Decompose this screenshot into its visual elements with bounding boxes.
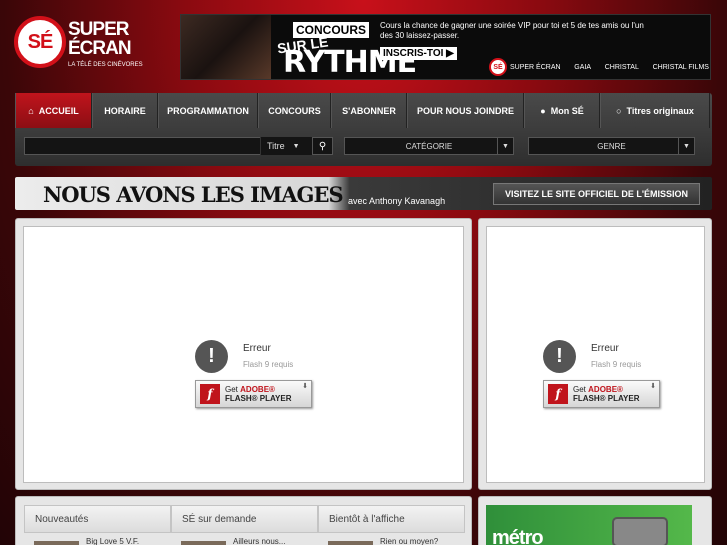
se-mini-icon: SÉ bbox=[489, 58, 507, 76]
flash-error-subtitle: Flash 9 requis bbox=[243, 360, 294, 369]
radio-icon: ○ bbox=[616, 105, 622, 116]
banner-signup-button[interactable]: INSCRIS-TOI ▶ bbox=[380, 47, 457, 60]
tab-programmation[interactable]: PROGRAMMATION bbox=[158, 93, 258, 128]
flash-player-label: FLASH® PLAYER bbox=[573, 394, 640, 403]
visit-official-site-button[interactable]: VISITEZ LE SITE OFFICIEL DE L'ÉMISSION bbox=[493, 183, 700, 205]
metro-ad[interactable]: métro bbox=[486, 505, 692, 545]
logo-tagline: LA TÉLÉ DES CINÉVORES bbox=[68, 62, 143, 68]
filter-bar: Titre ▼ ⚲ CATÉGORIE ▼ GENRE ▼ bbox=[24, 137, 703, 155]
download-arrow-icon: ⬇ bbox=[302, 383, 308, 390]
contest-banner[interactable]: CONCOURS SUR LE RYTHME Cours la chance d… bbox=[180, 14, 711, 80]
chevron-down-icon: ▼ bbox=[292, 142, 300, 150]
download-arrow-icon: ⬇ bbox=[650, 383, 656, 390]
listing-thumbnail[interactable] bbox=[328, 541, 373, 545]
promo-host: avec Anthony Kavanagh bbox=[348, 196, 446, 206]
main-navigation: ⌂ ACCUEIL HORAIRE PROGRAMMATION CONCOURS… bbox=[15, 93, 712, 166]
ad-panel: métro bbox=[478, 496, 712, 545]
listing-title[interactable]: Rien ou moyen? bbox=[380, 537, 438, 545]
home-icon: ⌂ bbox=[28, 105, 34, 116]
banner-photo bbox=[181, 15, 271, 79]
show-promo-strip: NOUS AVONS LES IMAGES avec Anthony Kavan… bbox=[15, 177, 712, 210]
partner-christal-films: CHRISTAL FILMS bbox=[652, 63, 709, 71]
nav-tabs: ⌂ ACCUEIL HORAIRE PROGRAMMATION CONCOURS… bbox=[15, 93, 712, 128]
banner-copy: Cours la chance de gagner une soirée VIP… bbox=[380, 21, 644, 40]
partner-super-ecran: SÉ SUPER ÉCRAN bbox=[489, 58, 561, 76]
logo-wordmark: SUPER ÉCRAN bbox=[68, 19, 132, 59]
adobe-flash-icon: f bbox=[200, 384, 220, 404]
tab-concours[interactable]: CONCOURS bbox=[258, 93, 331, 128]
flash-error-title: Erreur bbox=[591, 343, 619, 354]
tab-bientot-a-laffiche[interactable]: Bientôt à l'affiche bbox=[318, 505, 465, 533]
error-icon: ! bbox=[195, 340, 228, 373]
banner-partner-logos: SÉ SUPER ÉCRAN GAIA CHRISTAL CHRISTAL FI… bbox=[489, 57, 709, 77]
main-video-frame: ! Erreur Flash 9 requis f Get ADOBE® FLA… bbox=[23, 226, 464, 483]
metro-logo: métro bbox=[492, 527, 544, 545]
search-button[interactable]: ⚲ bbox=[312, 137, 333, 155]
phone-image bbox=[612, 517, 668, 545]
partner-gaia: GAIA bbox=[574, 63, 592, 71]
super-ecran-logo[interactable]: SÉ SUPER ÉCRAN LA TÉLÉ DES CINÉVORES bbox=[14, 16, 143, 74]
listing-title[interactable]: Big Love 5 V.F. bbox=[86, 537, 139, 545]
get-flash-player-button[interactable]: f Get ADOBE® FLASH® PLAYER ⬇ bbox=[195, 380, 312, 408]
se-logo-mark: SÉ bbox=[14, 16, 66, 68]
tab-accueil[interactable]: ⌂ ACCUEIL bbox=[15, 93, 92, 128]
user-icon: ● bbox=[540, 105, 546, 116]
promo-title: NOUS AVONS LES IMAGES bbox=[43, 182, 344, 207]
tab-mon-se[interactable]: ● Mon SÉ bbox=[524, 93, 600, 128]
flash-error-subtitle: Flash 9 requis bbox=[591, 360, 642, 369]
flash-get-adobe: Get ADOBE® bbox=[573, 385, 623, 394]
listings-panel: Nouveautés SÉ sur demande Bientôt à l'af… bbox=[15, 496, 472, 545]
flash-get-adobe: Get ADOBE® bbox=[225, 385, 275, 394]
listing-title[interactable]: Ailleurs nous... bbox=[233, 537, 285, 545]
tab-sabonner[interactable]: S'ABONNER bbox=[331, 93, 407, 128]
partner-christal: CHRISTAL bbox=[604, 63, 639, 71]
tab-se-sur-demande[interactable]: SÉ sur demande bbox=[171, 505, 318, 533]
get-flash-player-button[interactable]: f Get ADOBE® FLASH® PLAYER ⬇ bbox=[543, 380, 660, 408]
flash-error-main: ! Erreur Flash 9 requis f Get ADOBE® FLA… bbox=[195, 340, 315, 412]
chevron-down-icon: ▼ bbox=[497, 138, 513, 154]
error-icon: ! bbox=[543, 340, 576, 373]
flash-error-side: ! Erreur Flash 9 requis f Get ADOBE® FLA… bbox=[543, 340, 663, 412]
category-dropdown[interactable]: CATÉGORIE ▼ bbox=[344, 137, 514, 155]
side-video-frame: ! Erreur Flash 9 requis f Get ADOBE® FLA… bbox=[486, 226, 705, 483]
chevron-down-icon: ▼ bbox=[678, 138, 694, 154]
flash-player-label: FLASH® PLAYER bbox=[225, 394, 292, 403]
main-video-panel: ! Erreur Flash 9 requis f Get ADOBE® FLA… bbox=[15, 218, 472, 490]
search-icon: ⚲ bbox=[318, 140, 327, 152]
flash-error-title: Erreur bbox=[243, 343, 271, 354]
adobe-flash-icon: f bbox=[548, 384, 568, 404]
listing-thumbnail[interactable] bbox=[181, 541, 226, 545]
tab-titres-originaux[interactable]: ○ Titres originaux bbox=[600, 93, 710, 128]
tab-horaire[interactable]: HORAIRE bbox=[92, 93, 158, 128]
listing-thumbnail[interactable] bbox=[34, 541, 79, 545]
side-video-panel: ! Erreur Flash 9 requis f Get ADOBE® FLA… bbox=[478, 218, 712, 490]
search-type-select[interactable]: Titre ▼ bbox=[260, 137, 312, 155]
tab-pour-nous-joindre[interactable]: POUR NOUS JOINDRE bbox=[407, 93, 524, 128]
listings-tabs: Nouveautés SÉ sur demande Bientôt à l'af… bbox=[24, 505, 465, 533]
tab-nouveautes[interactable]: Nouveautés bbox=[24, 505, 171, 533]
genre-dropdown[interactable]: GENRE ▼ bbox=[528, 137, 695, 155]
